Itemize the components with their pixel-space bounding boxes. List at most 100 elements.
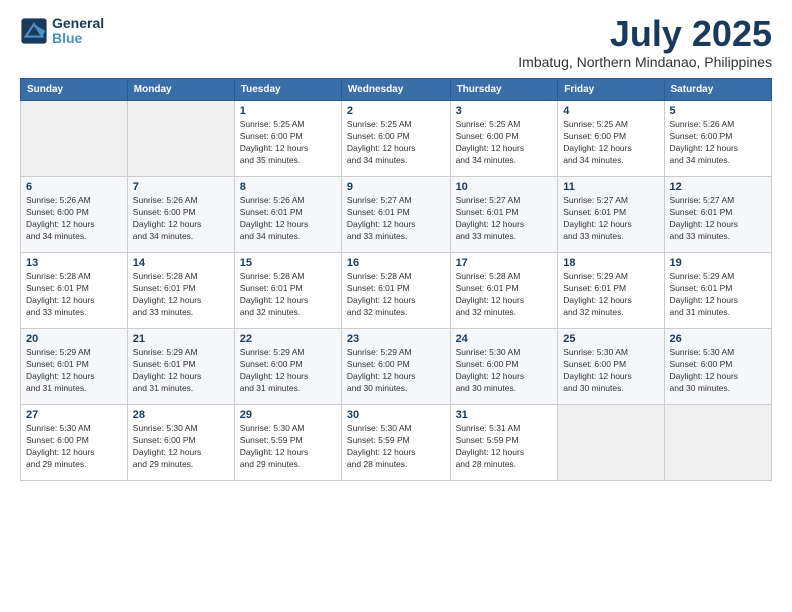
day-info: Sunrise: 5:30 AM Sunset: 6:00 PM Dayligh… bbox=[670, 347, 766, 395]
calendar-cell: 8 Sunrise: 5:26 AM Sunset: 6:01 PM Daylig… bbox=[234, 177, 341, 253]
calendar-cell bbox=[558, 405, 664, 481]
weekday-header-tuesday: Tuesday bbox=[234, 79, 341, 101]
location-subtitle: Imbatug, Northern Mindanao, Philippines bbox=[518, 54, 772, 70]
day-number: 8 bbox=[240, 181, 336, 193]
day-info: Sunrise: 5:29 AM Sunset: 6:00 PM Dayligh… bbox=[240, 347, 336, 395]
day-number: 10 bbox=[456, 181, 553, 193]
calendar-week-2: 6 Sunrise: 5:26 AM Sunset: 6:00 PM Daylig… bbox=[21, 177, 772, 253]
day-number: 19 bbox=[670, 257, 766, 269]
day-info: Sunrise: 5:27 AM Sunset: 6:01 PM Dayligh… bbox=[563, 195, 658, 243]
calendar-body: 1Sunrise: 5:25 AM Sunset: 6:00 PM Daylig… bbox=[21, 101, 772, 481]
day-number: 23 bbox=[347, 333, 445, 345]
calendar-cell: 19 Sunrise: 5:29 AM Sunset: 6:01 PM Dayli… bbox=[664, 253, 771, 329]
day-number: 6 bbox=[26, 181, 122, 193]
day-info: Sunrise: 5:30 AM Sunset: 5:59 PM Dayligh… bbox=[240, 423, 336, 471]
day-number: 25 bbox=[563, 333, 658, 345]
logo-line1: General bbox=[52, 16, 104, 31]
calendar-cell: 22 Sunrise: 5:29 AM Sunset: 6:00 PM Dayli… bbox=[234, 329, 341, 405]
day-info: Sunrise: 5:29 AM Sunset: 6:00 PM Dayligh… bbox=[347, 347, 445, 395]
day-number: 2 bbox=[347, 105, 445, 117]
day-number: 5 bbox=[670, 105, 766, 117]
calendar-cell: 24 Sunrise: 5:30 AM Sunset: 6:00 PM Dayli… bbox=[450, 329, 558, 405]
day-number: 16 bbox=[347, 257, 445, 269]
day-info: Sunrise: 5:29 AM Sunset: 6:01 PM Dayligh… bbox=[670, 271, 766, 319]
day-number: 31 bbox=[456, 409, 553, 421]
calendar-cell: 27Sunrise: 5:30 AM Sunset: 6:00 PM Dayli… bbox=[21, 405, 128, 481]
day-number: 30 bbox=[347, 409, 445, 421]
day-info: Sunrise: 5:27 AM Sunset: 6:01 PM Dayligh… bbox=[670, 195, 766, 243]
weekday-header-wednesday: Wednesday bbox=[341, 79, 450, 101]
day-number: 20 bbox=[26, 333, 122, 345]
page: General Blue July 2025 Imbatug, Northern… bbox=[0, 0, 792, 612]
day-number: 14 bbox=[133, 257, 229, 269]
calendar-week-1: 1Sunrise: 5:25 AM Sunset: 6:00 PM Daylig… bbox=[21, 101, 772, 177]
calendar-cell: 26 Sunrise: 5:30 AM Sunset: 6:00 PM Dayli… bbox=[664, 329, 771, 405]
day-number: 26 bbox=[670, 333, 766, 345]
day-number: 18 bbox=[563, 257, 658, 269]
logo-line2: Blue bbox=[52, 30, 82, 46]
day-info: Sunrise: 5:29 AM Sunset: 6:01 PM Dayligh… bbox=[133, 347, 229, 395]
logo-icon bbox=[20, 17, 48, 45]
title-block: July 2025 Imbatug, Northern Mindanao, Ph… bbox=[518, 16, 772, 70]
calendar-cell: 3 Sunrise: 5:25 AM Sunset: 6:00 PM Daylig… bbox=[450, 101, 558, 177]
day-number: 12 bbox=[670, 181, 766, 193]
calendar-cell: 18 Sunrise: 5:29 AM Sunset: 6:01 PM Dayli… bbox=[558, 253, 664, 329]
calendar-cell: 25 Sunrise: 5:30 AM Sunset: 6:00 PM Dayli… bbox=[558, 329, 664, 405]
day-number: 13 bbox=[26, 257, 122, 269]
calendar-cell: 21 Sunrise: 5:29 AM Sunset: 6:01 PM Dayli… bbox=[127, 329, 234, 405]
day-number: 22 bbox=[240, 333, 336, 345]
weekday-header-monday: Monday bbox=[127, 79, 234, 101]
header: General Blue July 2025 Imbatug, Northern… bbox=[20, 16, 772, 70]
day-info: Sunrise: 5:30 AM Sunset: 6:00 PM Dayligh… bbox=[133, 423, 229, 471]
day-info: Sunrise: 5:28 AM Sunset: 6:01 PM Dayligh… bbox=[26, 271, 122, 319]
calendar-cell: 17Sunrise: 5:28 AM Sunset: 6:01 PM Dayli… bbox=[450, 253, 558, 329]
day-number: 27 bbox=[26, 409, 122, 421]
calendar-week-5: 27 Sunrise: 5:30 AM Sunset: 6:00 PM Dayli… bbox=[21, 405, 772, 481]
calendar-week-3: 13 Sunrise: 5:28 AM Sunset: 6:01 PM Dayli… bbox=[21, 253, 772, 329]
calendar-cell: 7 Sunrise: 5:26 AM Sunset: 6:00 PM Daylig… bbox=[127, 177, 234, 253]
weekday-header-sunday: Sunday bbox=[21, 79, 128, 101]
day-info: Sunrise: 5:28 AM Sunset: 6:01 PM Dayligh… bbox=[133, 271, 229, 319]
calendar-cell: 4 Sunrise: 5:25 AM Sunset: 6:00 PM Daylig… bbox=[558, 101, 664, 177]
day-info: Sunrise: 5:29 AM Sunset: 6:01 PM Dayligh… bbox=[26, 347, 122, 395]
day-number: 3 bbox=[456, 105, 553, 117]
day-info: Sunrise: 5:29 AM Sunset: 6:01 PM Dayligh… bbox=[563, 271, 658, 319]
day-info: Sunrise: 5:31 AM Sunset: 5:59 PM Dayligh… bbox=[456, 423, 553, 471]
day-number: 11 bbox=[563, 181, 658, 193]
day-info: Sunrise: 5:27 AM Sunset: 6:01 PM Dayligh… bbox=[347, 195, 445, 243]
day-info: Sunrise: 5:30 AM Sunset: 6:00 PM Dayligh… bbox=[456, 347, 553, 395]
day-info: Sunrise: 5:25 AM Sunset: 6:00 PM Dayligh… bbox=[456, 119, 553, 167]
day-number: 17 bbox=[456, 257, 553, 269]
calendar-cell: 31 Sunrise: 5:31 AM Sunset: 5:59 PM Dayli… bbox=[450, 405, 558, 481]
calendar-cell: 2 Sunrise: 5:25 AM Sunset: 6:00 PM Daylig… bbox=[341, 101, 450, 177]
calendar-cell: 6Sunrise: 5:26 AM Sunset: 6:00 PM Daylig… bbox=[21, 177, 128, 253]
calendar-cell: 11 Sunrise: 5:27 AM Sunset: 6:01 PM Dayli… bbox=[558, 177, 664, 253]
day-info: Sunrise: 5:30 AM Sunset: 5:59 PM Dayligh… bbox=[347, 423, 445, 471]
calendar-cell: 15Sunrise: 5:28 AM Sunset: 6:01 PM Dayli… bbox=[234, 253, 341, 329]
calendar-cell: 23 Sunrise: 5:29 AM Sunset: 6:00 PM Dayli… bbox=[341, 329, 450, 405]
day-info: Sunrise: 5:26 AM Sunset: 6:01 PM Dayligh… bbox=[240, 195, 336, 243]
weekday-header-friday: Friday bbox=[558, 79, 664, 101]
day-info: Sunrise: 5:28 AM Sunset: 6:01 PM Dayligh… bbox=[240, 271, 336, 319]
day-info: Sunrise: 5:27 AM Sunset: 6:01 PM Dayligh… bbox=[456, 195, 553, 243]
calendar-cell: 1Sunrise: 5:25 AM Sunset: 6:00 PM Daylig… bbox=[234, 101, 341, 177]
day-info: Sunrise: 5:26 AM Sunset: 6:00 PM Dayligh… bbox=[670, 119, 766, 167]
day-number: 4 bbox=[563, 105, 658, 117]
day-number: 7 bbox=[133, 181, 229, 193]
day-number: 24 bbox=[456, 333, 553, 345]
calendar-cell: 28Sunrise: 5:30 AM Sunset: 6:00 PM Dayli… bbox=[127, 405, 234, 481]
calendar-cell bbox=[21, 101, 128, 177]
calendar-cell: 13 Sunrise: 5:28 AM Sunset: 6:01 PM Dayli… bbox=[21, 253, 128, 329]
logo: General Blue bbox=[20, 16, 104, 47]
weekday-header-row: SundayMondayTuesdayWednesdayThursdayFrid… bbox=[21, 79, 772, 101]
day-info: Sunrise: 5:30 AM Sunset: 6:00 PM Dayligh… bbox=[563, 347, 658, 395]
calendar-cell: 20 Sunrise: 5:29 AM Sunset: 6:01 PM Dayli… bbox=[21, 329, 128, 405]
calendar-table: SundayMondayTuesdayWednesdayThursdayFrid… bbox=[20, 78, 772, 481]
day-number: 21 bbox=[133, 333, 229, 345]
calendar-cell: 5 Sunrise: 5:26 AM Sunset: 6:00 PM Daylig… bbox=[664, 101, 771, 177]
day-info: Sunrise: 5:26 AM Sunset: 6:00 PM Dayligh… bbox=[133, 195, 229, 243]
day-info: Sunrise: 5:25 AM Sunset: 6:00 PM Dayligh… bbox=[347, 119, 445, 167]
day-info: Sunrise: 5:25 AM Sunset: 6:00 PM Dayligh… bbox=[240, 119, 336, 167]
day-info: Sunrise: 5:25 AM Sunset: 6:00 PM Dayligh… bbox=[563, 119, 658, 167]
calendar-cell bbox=[664, 405, 771, 481]
